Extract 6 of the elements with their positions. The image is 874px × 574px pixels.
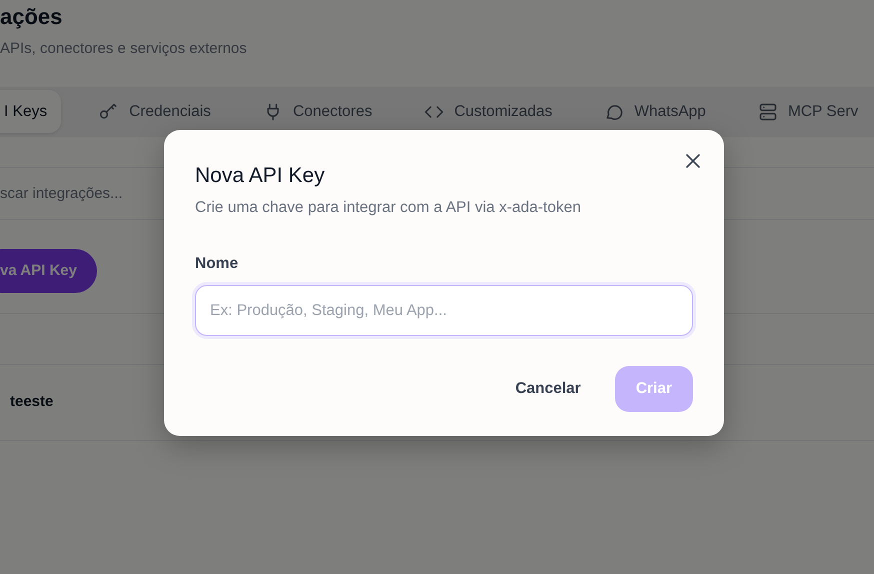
key-name: teeste [10, 392, 54, 412]
dialog-title: Nova API Key [195, 163, 326, 189]
page-subtitle: APIs, conectores e serviços externos [0, 39, 248, 59]
field-label: Nome [195, 254, 238, 274]
page-title: ações [0, 3, 64, 31]
dialog-subtitle: Crie uma chave para integrar com a API via x-ada-token [195, 198, 582, 218]
